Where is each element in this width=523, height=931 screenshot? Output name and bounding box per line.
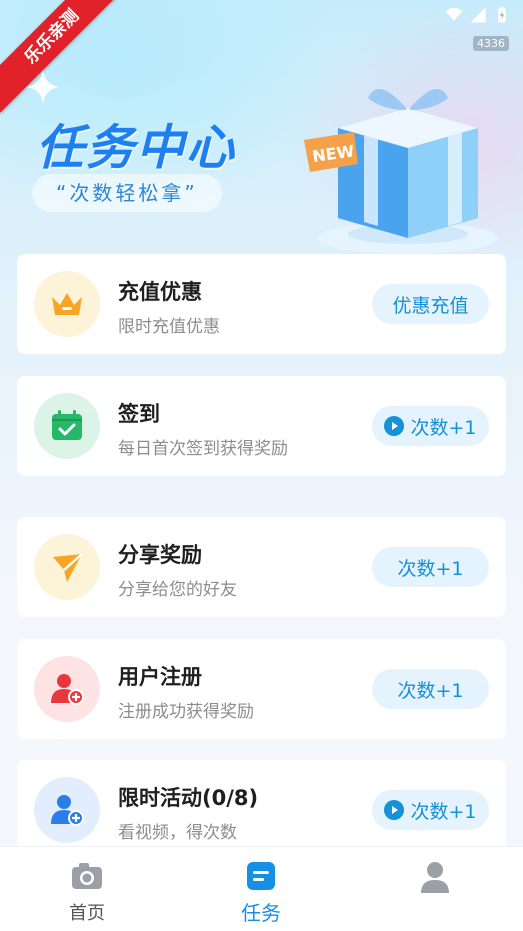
task-title: 用户注册 bbox=[118, 665, 202, 689]
battery-icon bbox=[498, 6, 506, 23]
gift-box-icon: NEW bbox=[304, 89, 498, 254]
wifi-icon bbox=[445, 7, 463, 21]
tab-label: 任务 bbox=[241, 901, 281, 925]
share-button[interactable]: 次数+1 bbox=[372, 547, 489, 587]
profile-icon bbox=[421, 862, 449, 893]
user-plus-icon bbox=[34, 777, 100, 843]
task-title: 签到 bbox=[118, 402, 160, 426]
task-title: 限时活动(0/8) bbox=[118, 786, 259, 810]
button-label: 次数+1 bbox=[410, 416, 477, 439]
hero-tagline: “次数轻松拿” bbox=[32, 174, 222, 212]
send-icon bbox=[34, 534, 100, 600]
task-card-recharge: 充值优惠 限时充值优惠 优惠充值 bbox=[17, 254, 506, 354]
task-subtitle: 限时充值优惠 bbox=[118, 317, 220, 337]
task-card-share: 分享奖励 分享给您的好友 次数+1 bbox=[17, 517, 506, 617]
sparkle-icon bbox=[26, 70, 60, 104]
signal-icon bbox=[470, 7, 486, 23]
task-subtitle: 看视频，得次数 bbox=[118, 823, 237, 843]
user-add-icon bbox=[34, 656, 100, 722]
button-label: 优惠充值 bbox=[392, 294, 469, 317]
task-card-register: 用户注册 注册成功获得奖励 次数+1 bbox=[17, 639, 506, 739]
bottom-tab-bar: 首页 任务 bbox=[0, 846, 523, 931]
crown-icon bbox=[34, 271, 100, 337]
tab-home[interactable]: 首页 bbox=[0, 847, 174, 931]
tab-profile[interactable] bbox=[348, 847, 522, 931]
calendar-check-icon bbox=[34, 393, 100, 459]
play-icon bbox=[384, 416, 405, 436]
task-card-checkin: 签到 每日首次签到获得奖励 次数+1 bbox=[17, 376, 506, 476]
status-bar: 4336 bbox=[0, 0, 523, 51]
task-title: 充值优惠 bbox=[118, 280, 202, 304]
play-icon bbox=[384, 800, 405, 820]
button-label: 次数+1 bbox=[410, 800, 477, 823]
camera-icon bbox=[72, 863, 102, 889]
checkin-button[interactable]: 次数+1 bbox=[372, 406, 489, 446]
task-subtitle: 注册成功获得奖励 bbox=[118, 702, 254, 722]
task-card-limited-activity: 限时活动(0/8) 看视频，得次数 次数+1 bbox=[17, 760, 506, 860]
tab-label: 首页 bbox=[69, 903, 105, 924]
task-title: 分享奖励 bbox=[118, 543, 202, 567]
tab-tasks[interactable]: 任务 bbox=[174, 847, 348, 931]
build-badge: 4336 bbox=[473, 36, 509, 51]
task-subtitle: 每日首次签到获得奖励 bbox=[118, 439, 288, 459]
recharge-button[interactable]: 优惠充值 bbox=[372, 284, 489, 324]
task-subtitle: 分享给您的好友 bbox=[118, 580, 237, 600]
register-button[interactable]: 次数+1 bbox=[372, 669, 489, 709]
activity-button[interactable]: 次数+1 bbox=[372, 790, 489, 830]
task-list-icon bbox=[247, 862, 275, 890]
page-title: 任务中心 bbox=[36, 120, 237, 176]
button-label: 次数+1 bbox=[397, 557, 464, 580]
button-label: 次数+1 bbox=[397, 679, 464, 702]
